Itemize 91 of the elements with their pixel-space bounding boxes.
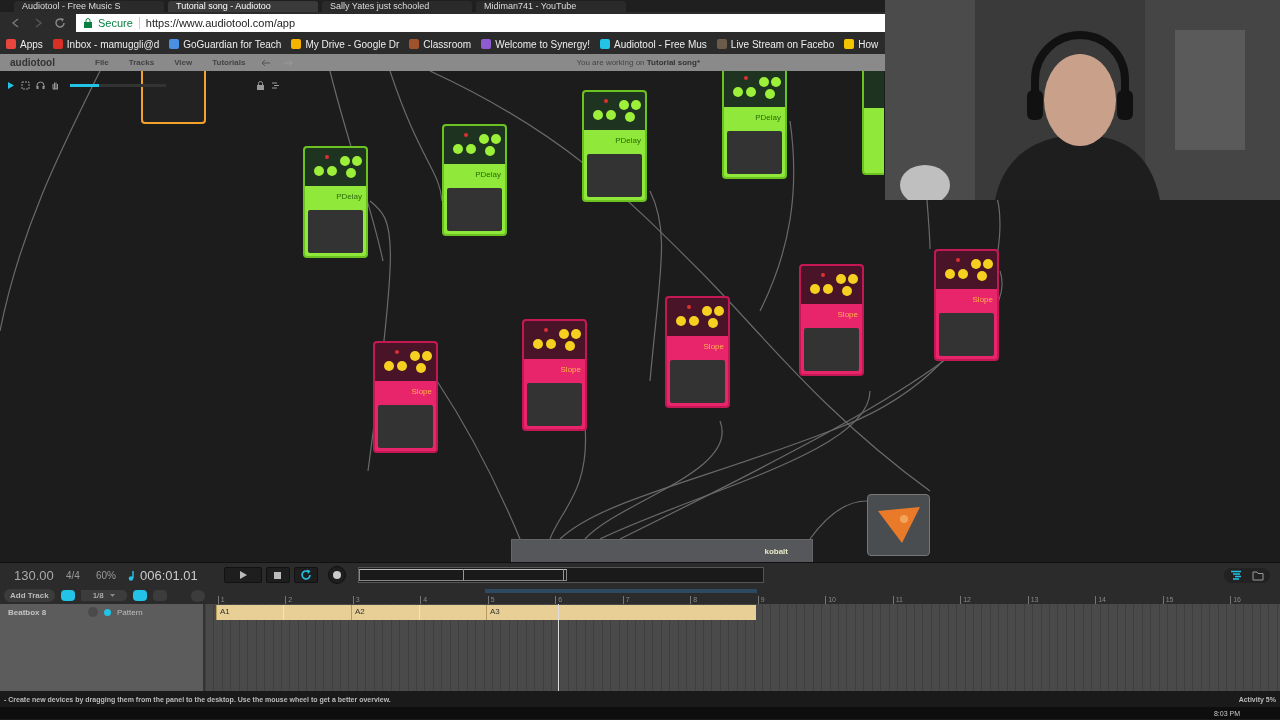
- pattern-clip[interactable]: A3: [486, 605, 756, 620]
- loop-button[interactable]: [293, 567, 318, 583]
- track-lane[interactable]: A1 A2 A3: [205, 604, 1280, 691]
- stop-button[interactable]: [265, 567, 290, 583]
- device-label: Slope: [559, 364, 582, 376]
- pattern-label: Pattern: [117, 607, 143, 617]
- folder-icon[interactable]: [1252, 569, 1264, 581]
- browser-tab[interactable]: Tutorial song - Audiotoo: [168, 1, 318, 12]
- play-button[interactable]: [223, 567, 262, 583]
- overview-bar[interactable]: [357, 567, 764, 583]
- bookmark[interactable]: Apps: [6, 38, 43, 50]
- play-icon[interactable]: [6, 81, 15, 90]
- effect-pedal[interactable]: PDelay: [442, 124, 507, 236]
- track-name[interactable]: Beatbox 8: [8, 607, 82, 617]
- footswitch[interactable]: [939, 313, 994, 356]
- triangle-icon: [875, 505, 922, 545]
- headphones-icon[interactable]: [36, 81, 45, 90]
- pointer-mode-button[interactable]: [132, 590, 147, 601]
- knob-panel-drawing[interactable]: [305, 148, 366, 186]
- device-label: PDelay: [474, 169, 502, 181]
- bookmark[interactable]: Live Stream on Facebo: [716, 38, 835, 50]
- browser-tab[interactable]: Audiotool - Free Music S: [14, 1, 164, 12]
- footswitch[interactable]: [308, 210, 363, 253]
- list-icon[interactable]: [1230, 569, 1242, 581]
- footswitch[interactable]: [804, 328, 859, 371]
- add-track-button[interactable]: Add Track: [4, 589, 55, 602]
- device-label: Slope: [971, 294, 994, 306]
- caret-icon: [109, 594, 115, 597]
- browser-tab[interactable]: Midiman741 - YouTube: [476, 1, 626, 12]
- effect-pedal[interactable]: PDelay: [303, 146, 368, 258]
- effect-pedal[interactable]: PDelay: [582, 90, 647, 202]
- record-button[interactable]: [327, 566, 346, 584]
- knob-panel-drawing[interactable]: [667, 298, 728, 336]
- time-display: 006:01.01: [140, 567, 198, 583]
- loop-icon: [299, 569, 312, 581]
- footswitch[interactable]: [587, 154, 642, 197]
- footswitch[interactable]: [378, 405, 433, 448]
- address-field[interactable]: Secure https://www.audiotool.com/app: [76, 14, 888, 32]
- reload-icon[interactable]: [54, 17, 66, 29]
- effect-pedal[interactable]: [862, 71, 884, 175]
- device-label: Slope: [702, 341, 725, 353]
- hand-icon[interactable]: [51, 81, 60, 90]
- list-icon[interactable]: [271, 81, 280, 90]
- time-signature[interactable]: 4/4: [66, 569, 96, 581]
- footswitch[interactable]: [670, 360, 725, 403]
- knob-panel-drawing[interactable]: [444, 126, 505, 164]
- device-label: Slope: [836, 309, 859, 321]
- bookmark[interactable]: Classroom: [409, 38, 472, 50]
- device-panel[interactable]: [141, 71, 206, 124]
- mixer-device[interactable]: kobalt: [511, 539, 813, 562]
- play-icon: [238, 571, 247, 579]
- knob-panel-drawing[interactable]: [724, 71, 785, 107]
- effect-pedal[interactable]: PDelay: [722, 71, 787, 179]
- bookmark[interactable]: My Drive - Google Dr: [291, 38, 400, 50]
- volume-slider[interactable]: [70, 84, 166, 87]
- knob-panel-drawing[interactable]: [801, 266, 862, 304]
- footswitch[interactable]: [527, 383, 582, 426]
- bookmark[interactable]: How: [844, 38, 879, 50]
- device-label: Slope: [410, 386, 433, 398]
- bookmark[interactable]: Welcome to Synergy!: [481, 38, 590, 50]
- note-icon: [128, 569, 136, 581]
- stop-icon: [274, 571, 282, 579]
- browser-tab[interactable]: Sally Yates just schooled: [322, 1, 472, 12]
- record-icon: [332, 571, 341, 579]
- knob-panel-drawing[interactable]: [584, 92, 645, 130]
- secure-label: Secure: [98, 17, 133, 29]
- url-text: https://www.audiotool.com/app: [145, 17, 296, 29]
- lock-icon[interactable]: [256, 81, 265, 90]
- knob-panel-drawing[interactable]: [524, 321, 585, 359]
- device-label: kobalt: [764, 546, 788, 556]
- output-device[interactable]: [867, 494, 930, 556]
- pattern-clip[interactable]: A2: [351, 605, 486, 620]
- knob-panel-drawing[interactable]: [936, 251, 997, 289]
- knob-panel-drawing[interactable]: [375, 343, 436, 381]
- snap-toggle[interactable]: [60, 590, 75, 601]
- select-icon[interactable]: [21, 81, 30, 90]
- lock-icon: [84, 18, 92, 28]
- bookmark[interactable]: Audiotool - Free Mus: [600, 38, 707, 50]
- overview-window[interactable]: [358, 569, 567, 581]
- grid-dropdown[interactable]: 1/8: [80, 590, 127, 601]
- tempo-value[interactable]: 130.00: [0, 567, 66, 583]
- bookmark[interactable]: GoGuardian for Teach: [169, 38, 282, 50]
- zoom-value[interactable]: 60%: [96, 569, 126, 581]
- device-label: PDelay: [754, 112, 782, 124]
- pattern-clip[interactable]: A1: [216, 605, 351, 620]
- footswitch[interactable]: [727, 131, 782, 174]
- footswitch[interactable]: [447, 188, 502, 231]
- bookmark[interactable]: Inbox - mamuggli@d: [52, 38, 160, 50]
- app-logo[interactable]: audiotool: [10, 57, 55, 68]
- device-label: PDelay: [335, 191, 363, 203]
- device-label: PDelay: [614, 135, 642, 147]
